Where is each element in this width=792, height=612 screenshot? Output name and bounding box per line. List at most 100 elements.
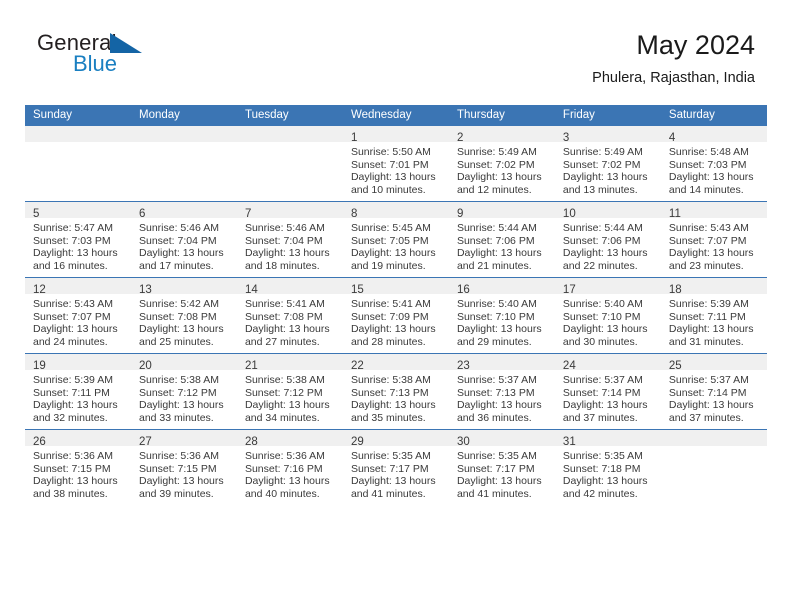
day-detail-line: Daylight: 13 hours [138, 323, 224, 336]
day-number-band: 21 [236, 354, 343, 372]
general-blue-logo[interactable]: General Blue [37, 30, 267, 90]
day-number: 13 [138, 284, 152, 296]
day-detail-line: and 32 minutes. [33, 411, 108, 424]
day-cell-details: Sunrise: 5:49 AM Sunset: 7:02 PM Daylight:… [555, 142, 661, 196]
calendar-day-cell[interactable]: 8 Sunrise: 5:45 AM Sunset: 7:05 PM Daylight… [342, 201, 449, 278]
day-detail-line: Daylight: 13 hours [350, 475, 436, 488]
day-detail-line: Sunrise: 5:50 AM [350, 146, 431, 158]
calendar-day-cell[interactable]: 27 Sunrise: 5:36 AM Sunset: 7:15 PM Dayligh… [130, 429, 237, 505]
day-number: 4 [668, 132, 676, 144]
day-number-band: 7 [236, 202, 343, 220]
day-detail-line: and 27 minutes. [244, 335, 320, 348]
day-detail-line: Daylight: 13 hours [456, 323, 542, 336]
day-detail-line: Daylight: 13 hours [350, 399, 436, 412]
day-number-band: 13 [130, 278, 237, 296]
day-detail-line: Daylight: 13 hours [562, 323, 648, 336]
day-detail-line: Sunrise: 5:46 AM [244, 222, 325, 234]
day-detail-line: and 25 minutes. [138, 335, 214, 348]
calendar-day-cell[interactable]: 10 Sunrise: 5:44 AM Sunset: 7:06 PM Dayligh… [554, 201, 661, 278]
calendar-day-cell[interactable]: 17 Sunrise: 5:40 AM Sunset: 7:10 PM Dayligh… [554, 277, 661, 354]
calendar-empty-cell [130, 126, 237, 202]
day-detail-line: Sunset: 7:18 PM [562, 462, 641, 475]
calendar-day-cell[interactable]: 1 Sunrise: 5:50 AM Sunset: 7:01 PM Daylight… [342, 126, 449, 202]
calendar-day-cell[interactable]: 4 Sunrise: 5:48 AM Sunset: 7:03 PM Daylight… [660, 126, 767, 202]
calendar-day-cell[interactable]: 30 Sunrise: 5:35 AM Sunset: 7:17 PM Dayligh… [448, 429, 555, 505]
calendar-day-cell[interactable]: 31 Sunrise: 5:35 AM Sunset: 7:18 PM Dayligh… [554, 429, 661, 505]
day-detail-line: Sunrise: 5:41 AM [244, 298, 325, 310]
day-number-band: 20 [130, 354, 237, 372]
calendar-day-cell[interactable]: 16 Sunrise: 5:40 AM Sunset: 7:10 PM Dayligh… [448, 277, 555, 354]
calendar-day-cell[interactable]: 2 Sunrise: 5:49 AM Sunset: 7:02 PM Daylight… [448, 126, 555, 202]
day-detail-line: Sunrise: 5:37 AM [668, 374, 749, 386]
calendar-day-cell[interactable]: 24 Sunrise: 5:37 AM Sunset: 7:14 PM Dayligh… [554, 353, 661, 430]
day-detail-line: and 40 minutes. [244, 487, 320, 500]
day-detail-line: and 19 minutes. [350, 259, 426, 272]
day-number-band: 11 [660, 202, 767, 220]
calendar-day-cell[interactable]: 7 Sunrise: 5:46 AM Sunset: 7:04 PM Daylight… [236, 201, 343, 278]
day-detail-line: Daylight: 13 hours [33, 475, 118, 488]
day-detail-line: Daylight: 13 hours [244, 323, 330, 336]
calendar-day-cell[interactable]: 11 Sunrise: 5:43 AM Sunset: 7:07 PM Dayligh… [660, 201, 767, 278]
calendar-day-cell[interactable]: 22 Sunrise: 5:38 AM Sunset: 7:13 PM Dayligh… [342, 353, 449, 430]
day-number: 1 [350, 132, 358, 144]
day-detail-line: Daylight: 13 hours [33, 323, 118, 336]
day-cell-details: Sunrise: 5:44 AM Sunset: 7:06 PM Daylight:… [555, 218, 661, 272]
day-detail-line: and 37 minutes. [668, 411, 744, 424]
day-number: 17 [562, 284, 576, 296]
day-cell-details: Sunrise: 5:43 AM Sunset: 7:07 PM Daylight:… [661, 218, 767, 272]
calendar-day-cell[interactable]: 6 Sunrise: 5:46 AM Sunset: 7:04 PM Daylight… [130, 201, 237, 278]
calendar-day-cell[interactable]: 14 Sunrise: 5:41 AM Sunset: 7:08 PM Dayligh… [236, 277, 343, 354]
day-detail-line: and 22 minutes. [562, 259, 638, 272]
day-detail-line: Sunset: 7:14 PM [668, 386, 747, 399]
day-detail-line: Sunset: 7:17 PM [350, 462, 429, 475]
day-number: 3 [562, 132, 570, 144]
day-number-band: 8 [342, 202, 449, 220]
day-cell-details: Sunrise: 5:48 AM Sunset: 7:03 PM Daylight:… [661, 142, 767, 196]
day-detail-line: and 12 minutes. [456, 183, 532, 196]
day-number: 7 [244, 208, 252, 220]
day-detail-line: Sunset: 7:12 PM [244, 386, 323, 399]
calendar-day-cell[interactable]: 23 Sunrise: 5:37 AM Sunset: 7:13 PM Dayligh… [448, 353, 555, 430]
calendar-day-cell[interactable]: 21 Sunrise: 5:38 AM Sunset: 7:12 PM Dayligh… [236, 353, 343, 430]
calendar-day-cell[interactable]: 29 Sunrise: 5:35 AM Sunset: 7:17 PM Dayligh… [342, 429, 449, 505]
calendar-day-cell[interactable]: 25 Sunrise: 5:37 AM Sunset: 7:14 PM Dayligh… [660, 353, 767, 430]
calendar-day-cell[interactable]: 26 Sunrise: 5:36 AM Sunset: 7:15 PM Dayligh… [25, 429, 131, 505]
day-cell-details: Sunrise: 5:38 AM Sunset: 7:12 PM Daylight:… [131, 370, 237, 424]
calendar-day-cell[interactable]: 18 Sunrise: 5:39 AM Sunset: 7:11 PM Dayligh… [660, 277, 767, 354]
day-detail-line: and 31 minutes. [668, 335, 744, 348]
day-detail-line: Sunset: 7:10 PM [562, 310, 641, 323]
calendar-day-cell[interactable]: 5 Sunrise: 5:47 AM Sunset: 7:03 PM Daylight… [25, 201, 131, 278]
day-detail-line: Sunset: 7:03 PM [33, 234, 111, 247]
day-detail-line: Sunrise: 5:44 AM [456, 222, 537, 234]
calendar-day-cell[interactable]: 19 Sunrise: 5:39 AM Sunset: 7:11 PM Dayligh… [25, 353, 131, 430]
day-detail-line: Sunrise: 5:40 AM [456, 298, 537, 310]
day-detail-line: Daylight: 13 hours [562, 171, 648, 184]
day-cell-details [661, 446, 767, 450]
calendar-day-cell[interactable]: 15 Sunrise: 5:41 AM Sunset: 7:09 PM Dayligh… [342, 277, 449, 354]
day-number-band [236, 126, 343, 142]
day-number-band: 28 [236, 430, 343, 448]
calendar-week-row: 26 Sunrise: 5:36 AM Sunset: 7:15 PM Dayligh… [25, 429, 767, 505]
location-subtitle: Phulera, Rajasthan, India [592, 70, 755, 86]
calendar-day-cell[interactable]: 28 Sunrise: 5:36 AM Sunset: 7:16 PM Dayligh… [236, 429, 343, 505]
day-number-band: 9 [448, 202, 555, 220]
calendar-day-cell[interactable]: 9 Sunrise: 5:44 AM Sunset: 7:06 PM Daylight… [448, 201, 555, 278]
calendar-day-cell[interactable]: 13 Sunrise: 5:42 AM Sunset: 7:08 PM Dayligh… [130, 277, 237, 354]
day-number: 16 [456, 284, 470, 296]
day-detail-line: Sunrise: 5:37 AM [456, 374, 537, 386]
calendar-day-cell[interactable]: 20 Sunrise: 5:38 AM Sunset: 7:12 PM Dayligh… [130, 353, 237, 430]
calendar-day-cell[interactable]: 3 Sunrise: 5:49 AM Sunset: 7:02 PM Daylight… [554, 126, 661, 202]
day-detail-line: Sunset: 7:12 PM [138, 386, 217, 399]
day-detail-line: Sunset: 7:06 PM [456, 234, 535, 247]
day-detail-line: and 36 minutes. [456, 411, 532, 424]
day-number-band [130, 126, 237, 142]
day-detail-line: Sunrise: 5:48 AM [668, 146, 749, 158]
day-detail-line: Sunset: 7:01 PM [350, 158, 429, 171]
day-detail-line: Daylight: 13 hours [562, 399, 648, 412]
day-detail-line: Sunrise: 5:46 AM [138, 222, 219, 234]
day-detail-line: and 10 minutes. [350, 183, 426, 196]
day-detail-line: and 30 minutes. [562, 335, 638, 348]
day-number: 19 [33, 360, 46, 372]
calendar-day-cell[interactable]: 12 Sunrise: 5:43 AM Sunset: 7:07 PM Dayligh… [25, 277, 131, 354]
day-detail-line: Sunset: 7:09 PM [350, 310, 429, 323]
